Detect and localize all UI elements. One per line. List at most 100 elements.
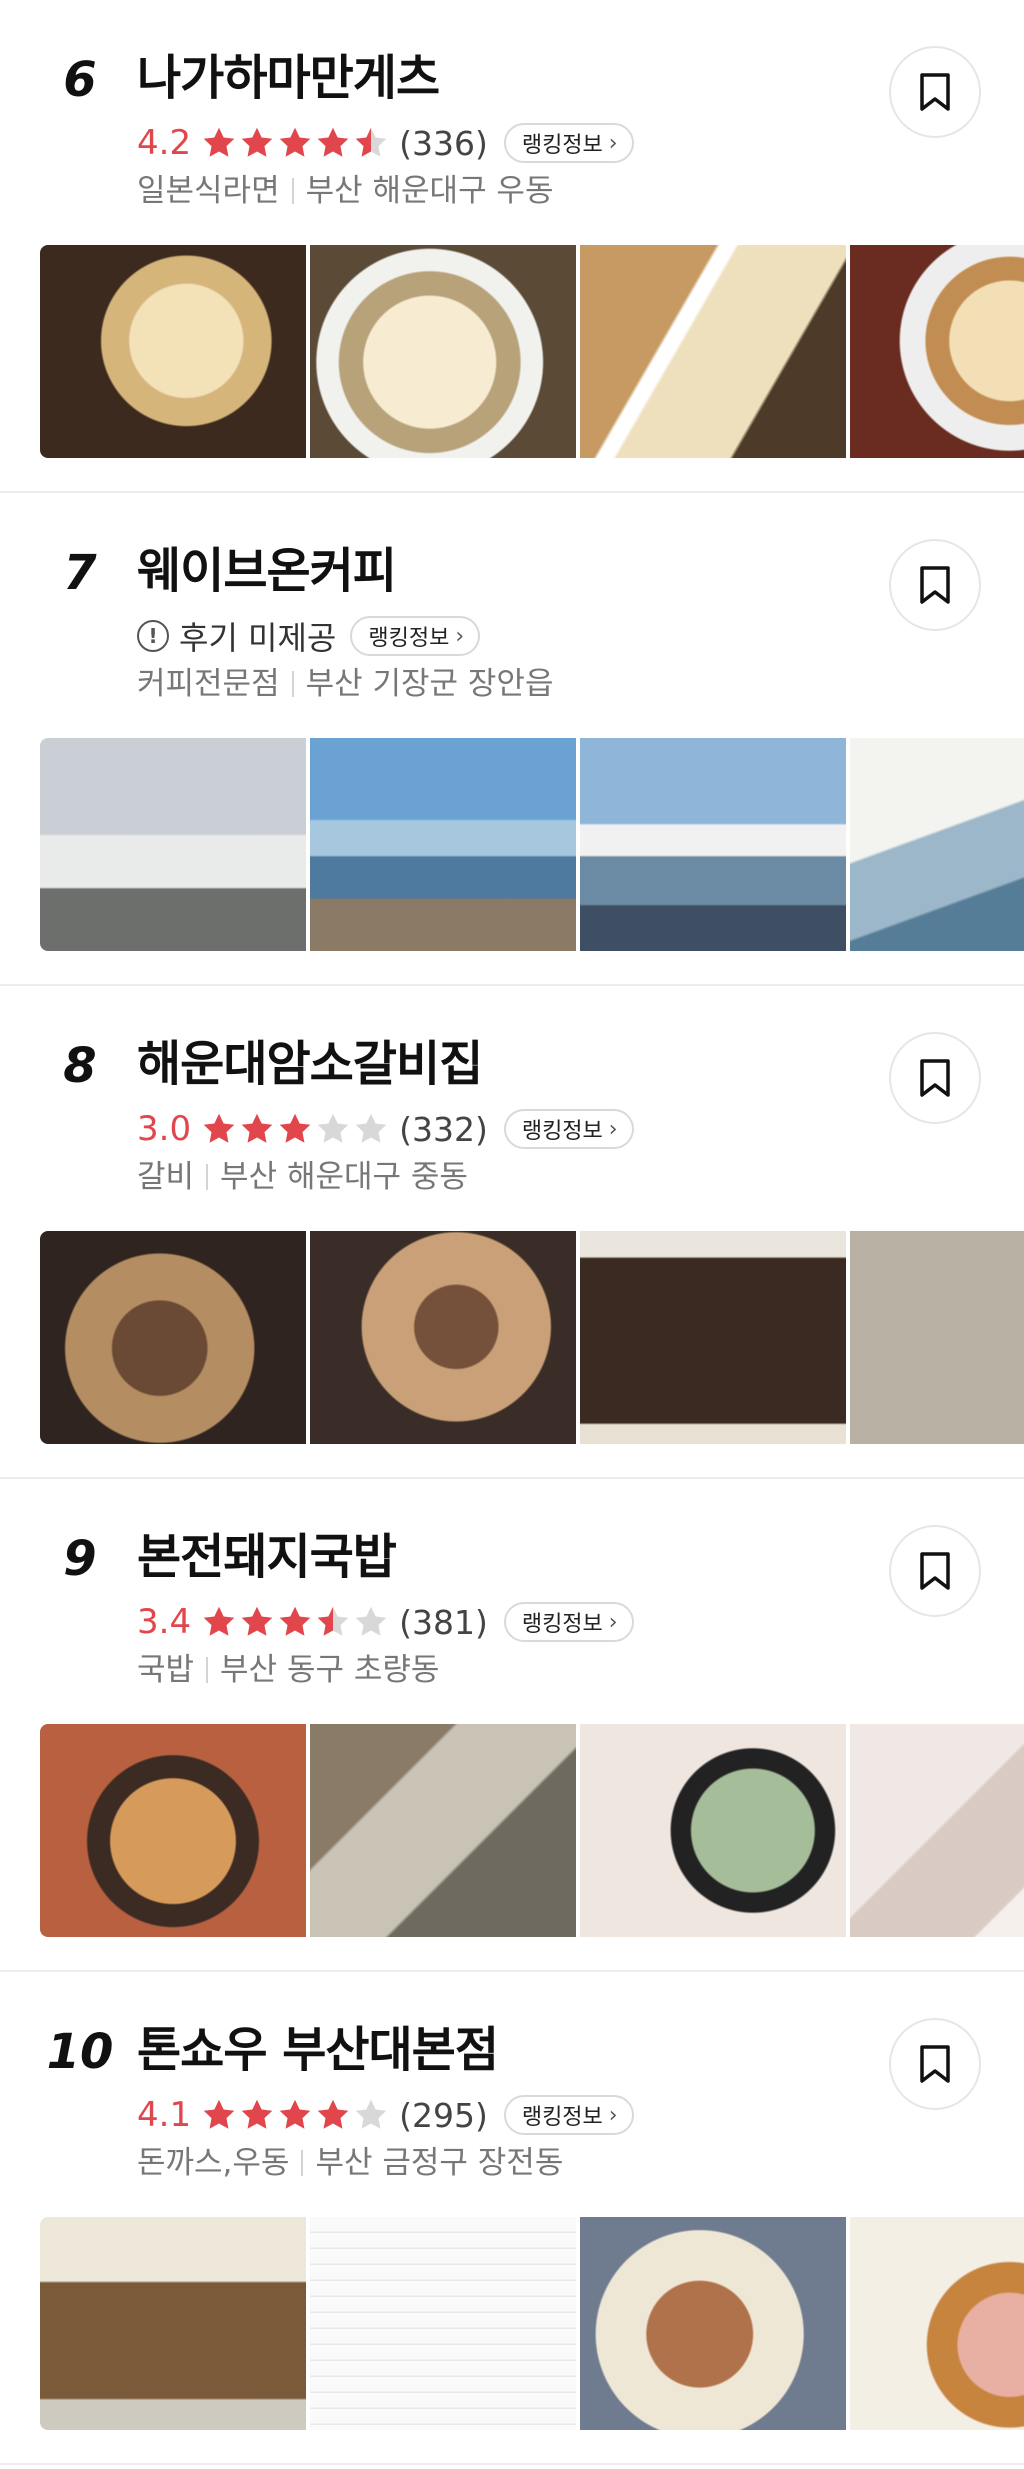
rank-number: 6	[63, 52, 97, 108]
wall-menu-photo[interactable]	[850, 1231, 1024, 1444]
star-icon	[317, 1606, 349, 1636]
star-icon	[279, 2099, 311, 2129]
bookmark-icon	[920, 2045, 950, 2083]
menu-photo[interactable]	[310, 2217, 576, 2430]
restaurant-meta: 일본식라면 부산 해운대구 우동	[137, 168, 553, 214]
cafe-photo[interactable]	[850, 738, 1024, 951]
restaurant-meta: 국밥 부산 동구 초량동	[137, 1647, 439, 1693]
photo-strip[interactable]	[40, 1724, 1024, 1937]
divider	[301, 2150, 304, 2176]
star-icon	[317, 2099, 349, 2129]
category: 커피전문점	[137, 666, 280, 702]
location: 부산 금정구 장전동	[315, 2145, 564, 2181]
category: 갈비	[137, 1159, 195, 1195]
gukbap-photo[interactable]	[580, 1724, 846, 1937]
rank-number: 10	[46, 2024, 114, 2080]
photo-strip[interactable]	[40, 1231, 1024, 1444]
rank-number: 7	[63, 545, 97, 601]
rating-score: 4.1	[137, 2095, 192, 2135]
bookmark-button[interactable]	[889, 2018, 981, 2110]
tonkatsu-photo[interactable]	[850, 2217, 1024, 2430]
ranking-info-button[interactable]: 랭킹정보 ›	[503, 1602, 634, 1642]
ramen-photo[interactable]	[580, 245, 846, 458]
divider	[291, 671, 294, 697]
category: 국밥	[137, 1652, 195, 1688]
review-count: (332)	[399, 1109, 488, 1149]
galbi-photo[interactable]	[310, 1231, 576, 1444]
rating-row: 4.1 (295) 랭킹정보 ›	[137, 2090, 634, 2140]
rating-score: 3.4	[137, 1602, 192, 1642]
review-count: (381)	[399, 1602, 488, 1642]
restaurant-name[interactable]: 톤쇼우 부산대본점	[137, 2016, 499, 2084]
photo-strip[interactable]	[40, 738, 1024, 951]
review-count: (336)	[399, 123, 488, 163]
review-count: (295)	[399, 2095, 488, 2135]
star-icon	[203, 127, 235, 157]
ramen-photo[interactable]	[40, 245, 306, 458]
ranking-info-label: 랭킹정보	[521, 1119, 603, 1144]
pork-photo[interactable]	[850, 1724, 1024, 1937]
chevron-right-icon: ›	[608, 130, 618, 156]
rating-score: 4.2	[137, 123, 192, 163]
rating-score: 3.0	[137, 1109, 192, 1149]
ranking-info-label: 랭킹정보	[368, 626, 450, 651]
rank-number: 8	[63, 1038, 97, 1094]
gukbap-photo[interactable]	[310, 1724, 576, 1937]
location: 부산 기장군 장안읍	[305, 666, 554, 702]
restaurant-name[interactable]: 웨이브온커피	[137, 537, 397, 605]
restaurant-item[interactable]: 9 본전돼지국밥 3.4 (381) 랭킹정보 › 국밥 부산 동구 초량동	[0, 1479, 1024, 1972]
photo-strip[interactable]	[40, 245, 1024, 458]
restaurant-item[interactable]: 8 해운대암소갈비집 3.0 (332) 랭킹정보 › 갈비 부산 해운대구 중동	[0, 986, 1024, 1479]
restaurant-name[interactable]: 나가하마만게츠	[137, 44, 440, 112]
bookmark-icon	[920, 1552, 950, 1590]
restaurant-item[interactable]: 10 톤쇼우 부산대본점 4.1 (295) 랭킹정보 › 돈까스,우동 부산 금정구 장전동	[0, 1972, 1024, 2465]
galbi-photo[interactable]	[40, 1231, 306, 1444]
tonkatsu-photo[interactable]	[580, 2217, 846, 2430]
ranking-info-label: 랭킹정보	[521, 133, 603, 158]
menu-board-photo[interactable]	[580, 1231, 846, 1444]
info-icon: !	[137, 620, 169, 652]
divider	[291, 178, 294, 204]
ranking-info-button[interactable]: 랭킹정보 ›	[503, 123, 634, 163]
restaurant-item[interactable]: 6 나가하마만게츠 4.2 (336) 랭킹정보 › 일본식라면 부산 해운대구 우동	[0, 0, 1024, 493]
ranking-info-label: 랭킹정보	[521, 2105, 603, 2130]
cafe-photo[interactable]	[580, 738, 846, 951]
category: 일본식라면	[137, 173, 280, 209]
star-icon	[203, 2099, 235, 2129]
star-rating	[201, 1604, 391, 1640]
storefront-photo[interactable]	[40, 2217, 306, 2430]
cafe-photo[interactable]	[40, 738, 306, 951]
restaurant-meta: 커피전문점 부산 기장군 장안읍	[137, 661, 553, 707]
location: 부산 동구 초량동	[220, 1652, 440, 1688]
star-icon	[241, 127, 273, 157]
star-icon	[317, 127, 349, 157]
ramen-photo[interactable]	[310, 245, 576, 458]
photo-strip[interactable]	[40, 2217, 1024, 2430]
bookmark-button[interactable]	[889, 1525, 981, 1617]
bookmark-button[interactable]	[889, 1032, 981, 1124]
cafe-photo[interactable]	[310, 738, 576, 951]
star-rating	[201, 2097, 391, 2133]
gukbap-photo[interactable]	[40, 1724, 306, 1937]
star-icon	[355, 1113, 387, 1143]
restaurant-item[interactable]: 7 웨이브온커피! 후기 미제공 랭킹정보 › 커피전문점 부산 기장군 장안읍	[0, 493, 1024, 986]
restaurant-meta: 갈비 부산 해운대구 중동	[137, 1154, 468, 1200]
location: 부산 해운대구 중동	[220, 1159, 468, 1195]
bookmark-icon	[920, 566, 950, 604]
rating-row: 3.0 (332) 랭킹정보 ›	[137, 1104, 634, 1154]
star-icon	[203, 1606, 235, 1636]
chevron-right-icon: ›	[455, 623, 465, 649]
ranking-info-button[interactable]: 랭킹정보 ›	[503, 2095, 634, 2135]
ramen-photo[interactable]	[850, 245, 1024, 458]
chevron-right-icon: ›	[608, 1609, 618, 1635]
bookmark-button[interactable]	[889, 539, 981, 631]
star-icon	[279, 1113, 311, 1143]
bookmark-button[interactable]	[889, 46, 981, 138]
rating-row: 4.2 (336) 랭킹정보 ›	[137, 118, 634, 168]
restaurant-name[interactable]: 해운대암소갈비집	[137, 1030, 483, 1098]
chevron-right-icon: ›	[608, 1116, 618, 1142]
ranking-info-button[interactable]: 랭킹정보 ›	[350, 616, 481, 656]
ranking-info-button[interactable]: 랭킹정보 ›	[503, 1109, 634, 1149]
restaurant-name[interactable]: 본전돼지국밥	[137, 1523, 397, 1591]
star-icon	[241, 2099, 273, 2129]
